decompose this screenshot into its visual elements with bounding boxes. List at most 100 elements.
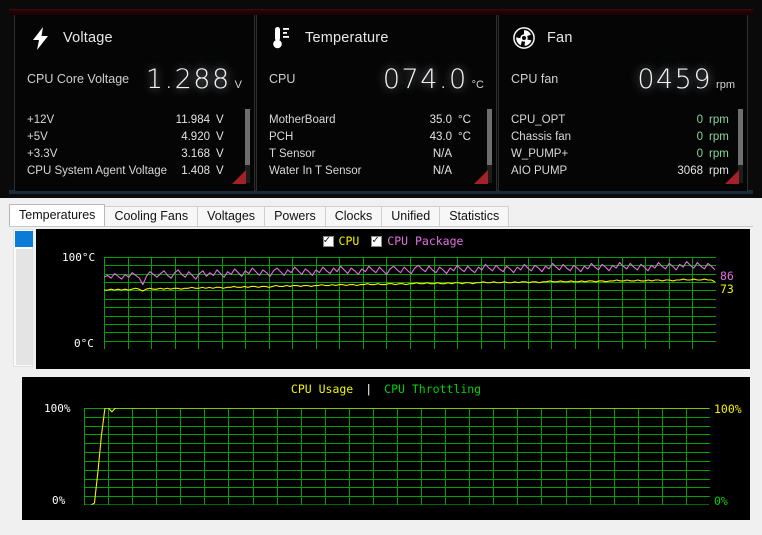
voltage-row: +12V 11.984 V — [27, 111, 240, 128]
cpu-usage-plot-area — [84, 408, 710, 505]
reading-value: 1.408 — [181, 164, 210, 177]
checkbox-cpu[interactable] — [322, 234, 334, 247]
fan-row: Chassis fan 0 rpm — [511, 128, 733, 145]
fan-primary-unit: rpm — [716, 78, 735, 91]
checkbox-cpu-package[interactable] — [371, 234, 383, 247]
legend-label-cpu: CPU — [338, 234, 360, 248]
temp-axis-label-top: 100°C — [62, 251, 96, 264]
legend-item-cpu-package[interactable]: CPU Package — [371, 234, 463, 248]
reading-unit: V — [216, 147, 224, 160]
temperature-plot-area — [104, 257, 716, 349]
reading-value: N/A — [432, 164, 452, 177]
tab-cooling-fans[interactable]: Cooling Fans — [104, 206, 199, 226]
temperature-panel-title: Temperature — [305, 30, 389, 46]
fan-primary-reading: CPU fan 0459 rpm — [499, 59, 747, 99]
voltage-readings-list: +12V 11.984 V +5V 4.920 V +3.3V 3.168 V … — [27, 111, 240, 179]
voltage-primary-label: CPU Core Voltage — [27, 72, 130, 86]
tab-voltages[interactable]: Voltages — [197, 206, 266, 226]
legend-label-cpu-usage: CPU Usage — [290, 382, 354, 396]
reading-value: 35.0 — [429, 113, 452, 126]
temperature-primary-unit: °C — [471, 78, 484, 91]
voltage-primary-value: 1.288 — [145, 63, 231, 95]
reading-unit: rpm — [709, 147, 729, 160]
usage-axis-label-bottom: 0% — [52, 494, 66, 507]
temp-current-cpu: 73 — [720, 282, 734, 296]
tab-bar: Temperatures Cooling Fans Voltages Power… — [9, 204, 510, 226]
reading-name: +12V — [27, 113, 55, 126]
resize-corner-icon[interactable] — [232, 170, 246, 184]
cpu-usage-chart[interactable]: CPU Usage | CPU Throttling 100% 0% 100% … — [22, 377, 750, 520]
temperature-row: T Sensor N/A — [269, 145, 482, 162]
reading-name: PCH — [269, 130, 294, 143]
reading-name: +3.3V — [27, 147, 58, 160]
reading-name: CPU_OPT — [511, 113, 566, 126]
fan-row: CPU_OPT 0 rpm — [511, 111, 733, 128]
legend-item-cpu-throttling[interactable]: CPU Throttling — [384, 382, 481, 396]
tab-unified[interactable]: Unified — [381, 206, 441, 226]
temperature-chart[interactable]: CPU CPU Package 100°C 0°C 86 73 — [36, 229, 750, 369]
usage-right-label-bottom: 0% — [714, 494, 728, 508]
tab-statistics[interactable]: Statistics — [439, 206, 510, 226]
fan-panel[interactable]: Fan CPU fan 0459 rpm CPU_OPT 0 rpm Chass… — [498, 15, 748, 191]
scrollbar-track[interactable] — [16, 249, 32, 365]
reading-value: 3068 — [677, 164, 703, 177]
resize-corner-icon[interactable] — [474, 170, 488, 184]
reading-name: CPU System Agent Voltage — [27, 164, 167, 177]
resize-corner-icon[interactable] — [725, 170, 739, 184]
scrollbar-thumb[interactable] — [15, 231, 33, 247]
voltage-panel-title: Voltage — [63, 30, 113, 46]
thermometer-icon — [265, 26, 299, 50]
temperature-row: MotherBoard 35.0 °C — [269, 111, 482, 128]
reading-value: 4.920 — [181, 130, 210, 143]
temperature-primary-label: CPU — [269, 72, 296, 86]
temp-axis-label-bottom: 0°C — [74, 337, 94, 350]
reading-unit: °C — [458, 113, 471, 126]
fan-panel-header: Fan — [499, 21, 747, 55]
tab-temperatures[interactable]: Temperatures — [9, 204, 106, 226]
tab-clocks[interactable]: Clocks — [324, 206, 383, 226]
temperature-panel[interactable]: Temperature CPU 074.0 °C MotherBoard 35.… — [256, 15, 497, 191]
voltage-primary-reading: CPU Core Voltage 1.288 V — [15, 59, 254, 99]
reading-name: Chassis fan — [511, 130, 572, 143]
legend-label-separator: | — [365, 382, 373, 396]
reading-unit: V — [216, 130, 224, 143]
voltage-primary-unit: V — [234, 78, 242, 91]
lightning-bolt-icon — [23, 26, 57, 50]
fan-icon — [507, 27, 541, 49]
reading-name: T Sensor — [269, 147, 316, 160]
usage-right-label-top: 100% — [714, 402, 742, 416]
reading-unit: rpm — [709, 113, 729, 126]
temperature-panel-header: Temperature — [257, 21, 496, 55]
voltage-row: +3.3V 3.168 V — [27, 145, 240, 162]
vertical-scrollbar[interactable] — [13, 229, 33, 367]
fan-readings-list: CPU_OPT 0 rpm Chassis fan 0 rpm W_PUMP+ … — [511, 111, 733, 179]
legend-item-cpu-usage[interactable]: CPU Usage — [291, 382, 353, 396]
fan-primary-value: 0459 — [637, 63, 713, 95]
voltage-row: +5V 4.920 V — [27, 128, 240, 145]
fan-row: AIO PUMP 3068 rpm — [511, 162, 733, 179]
legend-label-cpu-package: CPU Package — [387, 234, 464, 248]
reading-name: Water In T Sensor — [269, 164, 362, 177]
reading-name: MotherBoard — [269, 113, 336, 126]
temp-current-cpu-package: 86 — [720, 269, 734, 283]
temperature-chart-legend: CPU CPU Package — [36, 234, 750, 248]
voltage-panel[interactable]: Voltage CPU Core Voltage 1.288 V +12V 11… — [14, 15, 255, 191]
reading-value: 43.0 — [429, 130, 452, 143]
reading-unit: rpm — [709, 130, 729, 143]
reading-name: +5V — [27, 130, 48, 143]
temperature-primary-value: 074.0 — [382, 63, 468, 95]
legend-item-cpu[interactable]: CPU — [322, 234, 360, 248]
usage-axis-label-top: 100% — [44, 402, 71, 415]
reading-name: AIO PUMP — [511, 164, 568, 177]
fan-row: W_PUMP+ 0 rpm — [511, 145, 733, 162]
temperature-readings-list: MotherBoard 35.0 °C PCH 43.0 °C T Sensor… — [269, 111, 482, 179]
legend-label-cpu-throttling: CPU Throttling — [384, 382, 482, 396]
hardware-monitor-window: Voltage CPU Core Voltage 1.288 V +12V 11… — [0, 0, 762, 198]
reading-value: 3.168 — [181, 147, 210, 160]
voltage-panel-header: Voltage — [15, 21, 254, 55]
tab-powers[interactable]: Powers — [264, 206, 326, 226]
reading-value: 11.984 — [175, 113, 210, 126]
reading-name: W_PUMP+ — [511, 147, 569, 160]
temperature-row: PCH 43.0 °C — [269, 128, 482, 145]
fan-panel-title: Fan — [547, 30, 573, 46]
